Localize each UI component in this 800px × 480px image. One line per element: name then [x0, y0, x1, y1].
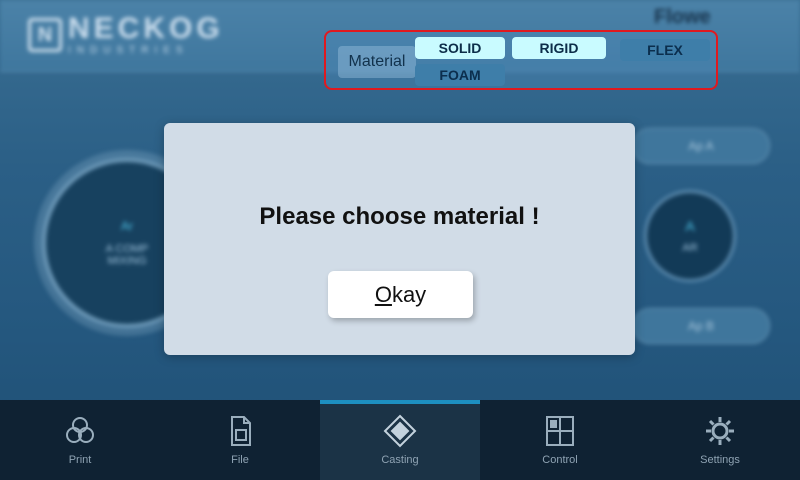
material-rigid-button[interactable]: RIGID	[512, 37, 606, 59]
nav-settings-label: Settings	[700, 454, 740, 466]
nav-print-label: Print	[68, 454, 92, 466]
logo-mark-icon: N	[28, 18, 62, 52]
nav-file[interactable]: File	[160, 400, 320, 480]
okay-button[interactable]: Okay	[328, 271, 473, 318]
okay-mnemonic: O	[374, 281, 392, 307]
pump-a-button[interactable]: Ap A	[632, 128, 770, 164]
side-dial-badge: A	[685, 218, 695, 234]
logo-main-text: NECKOG	[68, 12, 224, 45]
side-dial[interactable]: A AR	[644, 190, 736, 282]
side-dial-label: AR	[682, 242, 698, 254]
nav-print[interactable]: Print	[0, 400, 160, 480]
material-selector: Material SOLID RIGID FLEX FOAM	[324, 30, 718, 90]
alert-dialog: Please choose material ! Okay	[164, 123, 635, 355]
material-foam-button[interactable]: FOAM	[415, 64, 505, 86]
dial-line-1: A COMP	[105, 243, 149, 255]
print-icon	[63, 414, 97, 448]
nav-control[interactable]: Control	[480, 400, 640, 480]
nav-casting-label: Casting	[381, 454, 419, 466]
okay-label-rest: kay	[391, 281, 427, 307]
dial-line-2: MIXING	[107, 255, 147, 267]
nav-control-label: Control	[542, 454, 578, 466]
nav-file-label: File	[231, 454, 249, 466]
material-flex-button[interactable]: FLEX	[620, 39, 710, 61]
logo-sub-text: INDUSTRIES	[68, 45, 189, 56]
control-icon	[543, 414, 577, 448]
file-icon	[223, 414, 257, 448]
pump-b-button[interactable]: Ap B	[632, 308, 770, 344]
bottom-nav: Print File Casting Control Settings	[0, 400, 800, 480]
dialog-message: Please choose material !	[259, 203, 540, 230]
nav-settings[interactable]: Settings	[640, 400, 800, 480]
nav-casting[interactable]: Casting	[320, 400, 480, 480]
app-title: Flowe	[654, 6, 711, 28]
company-logo: N NECKOG INDUSTRIES	[28, 14, 224, 56]
casting-icon	[383, 414, 417, 448]
gear-icon	[703, 414, 737, 448]
material-solid-button[interactable]: SOLID	[415, 37, 505, 59]
material-label: Material	[338, 46, 416, 78]
dial-badge: Ar	[121, 219, 133, 233]
